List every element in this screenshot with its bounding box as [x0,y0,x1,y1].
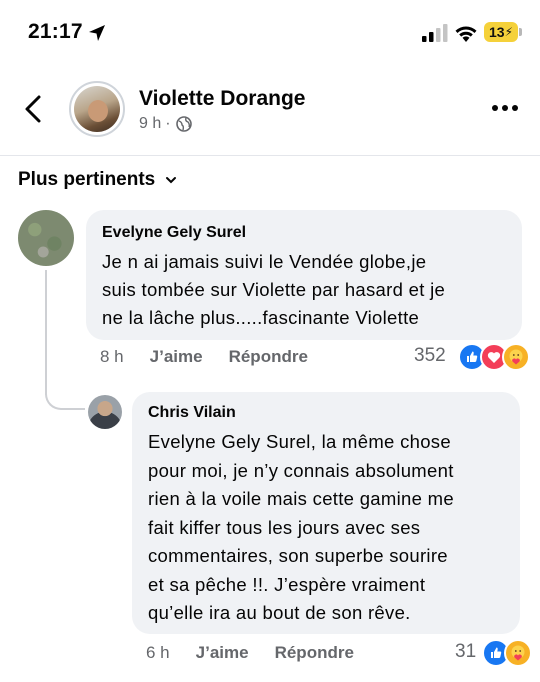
cellular-signal-icon [422,24,448,42]
sort-label: Plus pertinents [18,169,156,190]
comment-author[interactable]: Evelyne Gely Surel [102,224,506,242]
more-options-icon[interactable] [491,104,519,112]
reaction-count[interactable]: 352 [414,345,446,367]
commenter-avatar[interactable] [18,210,74,266]
reaction-icons[interactable] [458,343,530,371]
post-time: 9 h [139,115,162,132]
battery-tip [519,28,522,36]
status-time: 21:17 [28,20,83,43]
comment-sort-dropdown[interactable]: Plus pertinents [18,169,177,191]
comment-time: 6 h [146,643,170,662]
comment-bubble: Evelyne Gely Surel Je n ai jamais suivi … [86,210,522,340]
battery-indicator: 13 ⚡ [484,22,518,42]
globe-icon [175,116,192,132]
reaction-icons[interactable] [482,639,532,667]
like-button[interactable]: J’aime [196,643,249,663]
thread-line [45,270,47,395]
back-arrow-icon[interactable] [22,94,44,124]
comment-time: 8 h [100,347,124,366]
chevron-down-icon [166,177,177,184]
comment-text: Evelyne Gely Surel, la même chose pour m… [148,431,454,623]
location-arrow-icon [89,25,105,41]
page-avatar-photo [74,86,120,132]
page-name[interactable]: Violette Dorange [139,87,305,111]
comment-actions: 8 h J’aime Répondre [100,347,334,367]
commenter-avatar[interactable] [88,395,122,429]
battery-level: 13 [488,24,505,40]
reaction-count[interactable]: 31 [455,641,476,663]
comment-actions: 6 h J’aime Répondre [146,643,380,663]
thread-connector [45,378,85,410]
header-divider [0,155,540,156]
comment-author[interactable]: Chris Vilain [148,404,504,422]
comment-bubble: Chris Vilain Evelyne Gely Surel, la même… [132,392,520,634]
reply-button[interactable]: Répondre [275,643,354,663]
like-button[interactable]: J’aime [150,347,203,367]
care-icon [502,343,530,371]
meta-separator: · [165,115,171,132]
charging-bolt-icon: ⚡ [504,25,513,39]
wifi-icon [455,26,477,42]
page-avatar[interactable] [69,81,125,137]
reply-button[interactable]: Répondre [229,347,308,367]
post-meta: 9 h · [139,115,192,133]
care-icon [504,639,532,667]
comment-text: Je n ai jamais suivi le Vendée globe,je … [102,251,446,328]
